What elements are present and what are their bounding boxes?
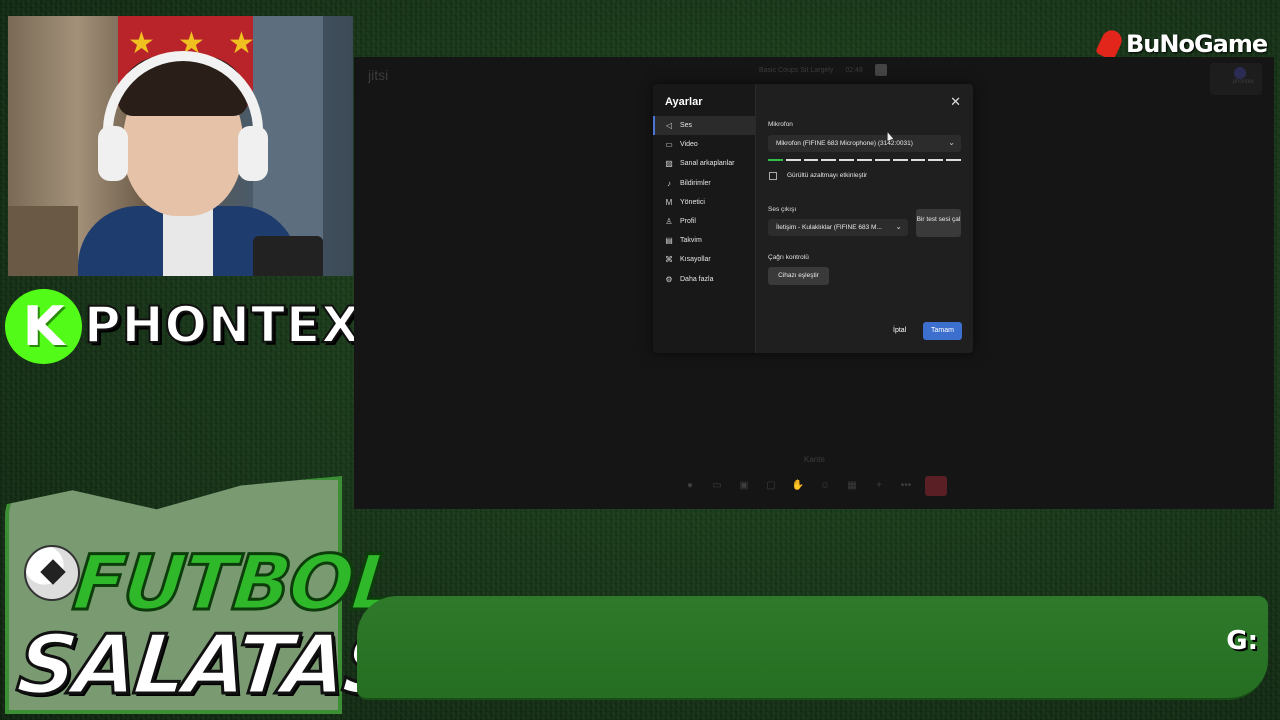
noise-suppression-checkbox[interactable]	[769, 172, 777, 180]
meeting-timer: 02:48	[845, 66, 863, 74]
chevron-down-icon: ⌄	[895, 222, 902, 231]
participants-icon[interactable]: ☺	[817, 478, 833, 494]
hangup-button[interactable]	[925, 476, 947, 496]
kick-logo: K	[5, 289, 82, 364]
brand-name: BuNoGame	[1126, 30, 1268, 58]
kick-logo-letter: K	[22, 295, 65, 358]
audio-output-label: Ses çıkışı	[768, 206, 797, 213]
bell-icon: ♪	[667, 178, 671, 188]
nav-item-moderator[interactable]: M Yönetici	[653, 193, 755, 212]
nav-item-virtual-backgrounds[interactable]: ▨ Sanal arkaplanlar	[653, 154, 755, 173]
audio-output-value: İletişim - Kulaklıklar (FIFINE 683 M...	[776, 224, 882, 231]
ticker-text: G:	[1226, 626, 1258, 656]
settings-content: ✕ Mikrofon Mikrofon (FIFINE 683 Micropho…	[756, 84, 973, 353]
meeting-info-icon[interactable]	[874, 64, 887, 76]
jitsi-logo: jitsi	[368, 67, 389, 83]
nav-item-video[interactable]: ▭ Video	[653, 135, 755, 154]
settings-dialog: Ayarlar ◁ Ses ▭ Video ▨ Sanal arkaplanla…	[653, 84, 973, 353]
nav-label: Ses	[680, 122, 693, 130]
channel-name: PHONTEX	[83, 295, 361, 355]
microphone-value: Mikrofon (FIFINE 683 Microphone) (3142:0…	[776, 140, 913, 147]
nav-label: Bildirimler	[680, 179, 711, 187]
soccer-ball-icon	[24, 545, 80, 601]
moderator-icon: M	[665, 197, 673, 207]
meeting-toolbar: ● ▭ ▣ ▢ ✋ ☺ ▦ + •••	[682, 476, 947, 496]
camera-icon[interactable]: ▭	[709, 478, 725, 494]
microphone-select[interactable]: Mikrofon (FIFINE 683 Microphone) (3142:0…	[768, 135, 961, 152]
shelf	[8, 206, 78, 276]
participant-avatar	[1234, 67, 1246, 79]
nav-item-notifications[interactable]: ♪ Bildirimler	[653, 174, 755, 193]
microphone	[253, 236, 323, 276]
invite-icon[interactable]: +	[871, 478, 887, 494]
tile-view-icon[interactable]: ▦	[844, 478, 860, 494]
ok-button[interactable]: Tamam	[923, 322, 962, 340]
mic-level-meter	[768, 159, 961, 161]
nav-item-ses[interactable]: ◁ Ses	[653, 116, 755, 136]
chevron-down-icon: ⌄	[948, 138, 955, 147]
nav-label: Sanal arkaplanlar	[680, 160, 735, 168]
raise-hand-icon[interactable]: ✋	[790, 478, 806, 494]
nav-item-more[interactable]: ⚙ Daha fazla	[653, 270, 755, 289]
noise-suppression-label: Gürültü azaltmayı etkinleştir	[787, 172, 868, 179]
close-icon[interactable]: ✕	[950, 94, 961, 110]
cancel-button[interactable]: İptal	[893, 327, 906, 334]
call-control-label: Çağrı kontrolü	[768, 254, 809, 261]
chat-icon[interactable]: ▢	[763, 478, 779, 494]
brand-icon	[1095, 27, 1125, 61]
video-icon: ▭	[665, 140, 673, 150]
shortcuts-icon: ⌘	[665, 255, 673, 265]
calendar-icon: ▤	[665, 236, 673, 246]
participant-name: Kante	[804, 455, 825, 464]
nav-item-profile[interactable]: ♙ Profil	[653, 212, 755, 231]
nav-label: Yönetici	[680, 198, 705, 206]
webcam-feed: ★ ★ ★	[8, 16, 353, 276]
show-title-line1: FUTBOL	[68, 537, 405, 629]
more-icon[interactable]: •••	[898, 478, 914, 494]
image-icon: ▨	[665, 159, 673, 169]
nav-label: Kısayollar	[680, 256, 711, 264]
meeting-title: Basic Coups Sit Largely	[759, 66, 834, 74]
ticker-bar: G:	[357, 596, 1268, 700]
screenshare-icon[interactable]: ▣	[736, 478, 752, 494]
audio-output-select[interactable]: İletişim - Kulaklıklar (FIFINE 683 M... …	[768, 219, 908, 236]
microphone-icon[interactable]: ●	[682, 478, 698, 494]
nav-label: Daha fazla	[680, 275, 714, 283]
pair-device-button[interactable]: Cihazı eşleştir	[768, 267, 829, 285]
gear-icon: ⚙	[665, 274, 673, 284]
meeting-header: Basic Coups Sit Largely 02:48	[759, 64, 887, 76]
speaker-icon: ◁	[665, 121, 673, 131]
microphone-label: Mikrofon	[768, 121, 793, 128]
nav-label: Profil	[680, 218, 696, 226]
participant-tile-name: phontex	[1232, 79, 1254, 85]
nav-label: Takvim	[680, 237, 702, 245]
nav-item-shortcuts[interactable]: ⌘ Kısayollar	[653, 250, 755, 269]
settings-sidebar: Ayarlar ◁ Ses ▭ Video ▨ Sanal arkaplanla…	[653, 84, 756, 353]
nav-label: Video	[680, 141, 698, 149]
dialog-title: Ayarlar	[665, 96, 703, 108]
nav-item-calendar[interactable]: ▤ Takvim	[653, 231, 755, 250]
test-sound-button[interactable]: Bir test sesi çal	[916, 209, 961, 237]
brand-logo: BuNoGame	[1095, 27, 1268, 61]
user-icon: ♙	[665, 217, 673, 227]
